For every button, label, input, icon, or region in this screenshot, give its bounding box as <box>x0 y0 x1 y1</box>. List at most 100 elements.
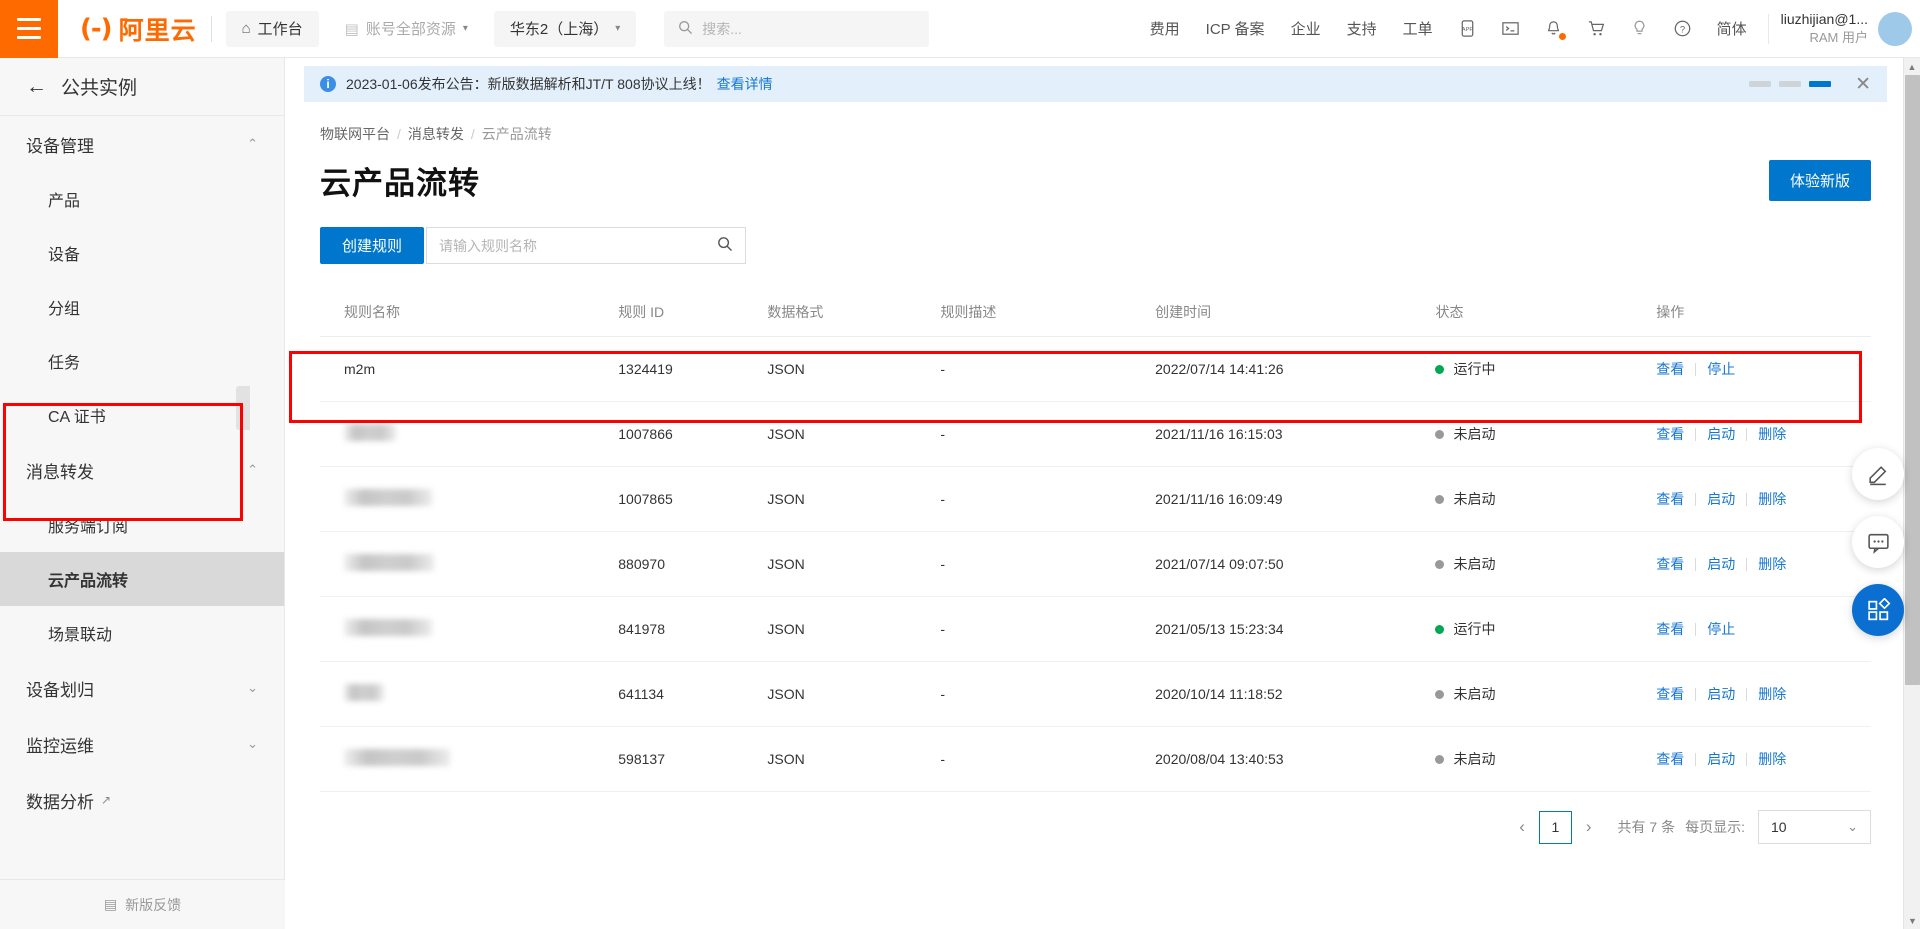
chat-icon[interactable] <box>1852 516 1904 568</box>
sidebar-group-label: 设备划归 <box>26 680 94 700</box>
op-2[interactable]: 删除 <box>1747 554 1797 574</box>
pencil-icon[interactable] <box>1852 448 1904 500</box>
hamburger-icon[interactable] <box>0 0 58 58</box>
chevron-right-icon[interactable]: › <box>1572 817 1606 837</box>
chevron-up-icon: ⌃ <box>247 136 258 151</box>
per-page-select[interactable]: 10 ⌄ <box>1758 810 1871 844</box>
language-switch[interactable]: 简体 <box>1704 18 1760 39</box>
cell-rule-desc: - <box>940 726 1156 792</box>
table-row[interactable]: 1007866 JSON -2021/11/16 16:15:03 未启动 查看 启动 删除 <box>320 401 1871 467</box>
col-rule-id: 规则 ID <box>618 288 768 337</box>
header-link-icp[interactable]: ICP 备案 <box>1193 18 1278 39</box>
close-icon[interactable]: ✕ <box>1849 75 1871 94</box>
carousel-dot-2[interactable] <box>1779 81 1802 87</box>
op-1[interactable]: 启动 <box>1696 554 1746 574</box>
breadcrumb-item-message-forwarding[interactable]: 消息转发 <box>408 124 464 144</box>
table-row[interactable]: 841978 JSON -2021/05/13 15:23:34 运行中 查看 停止 <box>320 596 1871 662</box>
resources-dropdown[interactable]: ▤ 账号全部资源 ▾ <box>329 11 484 47</box>
table-row[interactable]: 880970 JSON -2021/07/14 09:07:50 未启动 查看 启动 删除 <box>320 531 1871 597</box>
sidebar-item-data-analysis[interactable]: 数据分析 ↗ <box>0 772 284 828</box>
user-role: RAM 用户 <box>1809 30 1868 46</box>
rules-table: 规则名称 规则 ID 数据格式 规则描述 创建时间 状态 操作 m2m 13244… <box>320 288 1871 792</box>
bell-icon[interactable] <box>1532 19 1575 40</box>
sidebar-collapse-handle[interactable] <box>236 386 250 430</box>
view-details-link[interactable]: 查看详情 <box>717 74 773 94</box>
page-scrollbar[interactable]: ▲ ▼ <box>1903 58 1920 929</box>
sidebar-item-products[interactable]: 产品 <box>0 172 284 226</box>
scrollbar-thumb[interactable] <box>1905 75 1920 685</box>
op-1[interactable]: 启动 <box>1696 749 1746 769</box>
sidebar-item-label: 服务端订阅 <box>48 519 129 536</box>
new-version-feedback-button[interactable]: ▤ 新版反馈 <box>0 879 285 929</box>
chevron-down-icon: ▾ <box>462 23 468 34</box>
app-icon[interactable]: APP <box>1446 19 1489 38</box>
op-0[interactable]: 查看 <box>1656 359 1695 379</box>
scroll-up-arrow-icon[interactable]: ▲ <box>1904 58 1920 75</box>
op-0[interactable]: 查看 <box>1656 749 1695 769</box>
avatar[interactable] <box>1878 11 1912 46</box>
lightbulb-icon[interactable] <box>1618 19 1661 38</box>
cell-rule-name <box>320 596 619 662</box>
op-1[interactable]: 启动 <box>1696 684 1746 704</box>
scroll-down-arrow-icon[interactable]: ▼ <box>1904 912 1920 929</box>
op-0[interactable]: 查看 <box>1656 554 1695 574</box>
table-row[interactable]: 641134 JSON -2020/10/14 11:18:52 未启动 查看 启动 删除 <box>320 661 1871 727</box>
op-2[interactable]: 删除 <box>1747 489 1797 509</box>
sidebar-group-device-management[interactable]: 设备管理 ⌃ <box>0 116 284 172</box>
op-0[interactable]: 查看 <box>1656 489 1695 509</box>
header-link-ticket[interactable]: 工单 <box>1390 18 1446 39</box>
carousel-dot-1[interactable] <box>1749 81 1772 87</box>
cell-rule-desc: - <box>940 596 1156 662</box>
header-link-support[interactable]: 支持 <box>1334 18 1390 39</box>
chevron-down-icon: ▾ <box>615 23 621 34</box>
region-dropdown[interactable]: 华东2（上海） ▾ <box>493 10 637 47</box>
cell-operations: 查看 启动 删除 <box>1656 466 1871 532</box>
table-row[interactable]: 598137 JSON -2020/08/04 13:40:53 未启动 查看 启动 删除 <box>320 726 1871 792</box>
header-link-fee[interactable]: 费用 <box>1137 18 1193 39</box>
op-2[interactable]: 删除 <box>1747 749 1797 769</box>
header-link-enterprise[interactable]: 企业 <box>1278 18 1334 39</box>
sidebar-group-message-forwarding[interactable]: 消息转发 ⌃ <box>0 442 284 498</box>
sidebar-group-monitoring-ops[interactable]: 监控运维 ⌄ <box>0 716 284 772</box>
op-2[interactable]: 删除 <box>1747 424 1797 444</box>
create-rule-button[interactable]: 创建规则 <box>320 227 425 264</box>
table-row[interactable]: m2m 1324419 JSON -2022/07/14 14:41:26 运行中 查看停… <box>320 336 1871 402</box>
sidebar-item-scene-linkage[interactable]: 场景联动 <box>0 606 284 660</box>
col-data-format: 数据格式 <box>767 288 941 337</box>
op-1[interactable]: 停止 <box>1696 359 1746 379</box>
alibaba-cloud-logo[interactable]: (-) 阿里云 <box>80 11 197 47</box>
user-menu[interactable]: liuzhijian@1... RAM 用户 <box>1777 10 1878 46</box>
op-1[interactable]: 停止 <box>1696 619 1746 639</box>
sidebar-item-devices[interactable]: 设备 <box>0 226 284 280</box>
chevron-left-icon[interactable]: ‹ <box>1505 817 1539 837</box>
search-icon[interactable] <box>717 236 733 255</box>
try-new-version-button[interactable]: 体验新版 <box>1768 160 1871 201</box>
workbench-button[interactable]: ⌂ 工作台 <box>225 10 319 47</box>
sidebar-item-cloud-product-flow[interactable]: 云产品流转 <box>0 552 284 606</box>
global-search-input[interactable]: 搜索... <box>664 10 930 47</box>
op-1[interactable]: 启动 <box>1696 489 1746 509</box>
op-0[interactable]: 查看 <box>1656 424 1695 444</box>
sidebar-back-public-instance[interactable]: ← 公共实例 <box>0 58 284 116</box>
sidebar-item-server-subscription[interactable]: 服务端订阅 <box>0 498 284 552</box>
per-page-value: 10 <box>1771 819 1787 835</box>
sidebar-item-label: 场景联动 <box>48 627 113 644</box>
cart-icon[interactable] <box>1575 19 1618 38</box>
rule-search-input[interactable]: 请输入规则名称 <box>426 227 747 264</box>
breadcrumb-item-iot-platform[interactable]: 物联网平台 <box>320 124 390 144</box>
sidebar-group-label: 监控运维 <box>26 736 94 756</box>
op-0[interactable]: 查看 <box>1656 684 1695 704</box>
apps-icon[interactable] <box>1852 584 1904 636</box>
carousel-dot-3[interactable] <box>1809 81 1832 87</box>
sidebar-item-groups[interactable]: 分组 <box>0 280 284 334</box>
op-0[interactable]: 查看 <box>1656 619 1695 639</box>
op-1[interactable]: 启动 <box>1696 424 1746 444</box>
sidebar-group-device-assignment[interactable]: 设备划归 ⌄ <box>0 660 284 716</box>
help-icon[interactable]: ? <box>1661 19 1704 38</box>
page-number-1[interactable]: 1 <box>1538 810 1572 844</box>
sidebar-item-tasks[interactable]: 任务 <box>0 334 284 388</box>
sidebar-group-label: 消息转发 <box>26 462 94 482</box>
op-2[interactable]: 删除 <box>1747 684 1797 704</box>
terminal-icon[interactable] <box>1489 19 1532 38</box>
table-row[interactable]: 1007865 JSON -2021/11/16 16:09:49 未启动 查看 启动 删除 <box>320 466 1871 532</box>
